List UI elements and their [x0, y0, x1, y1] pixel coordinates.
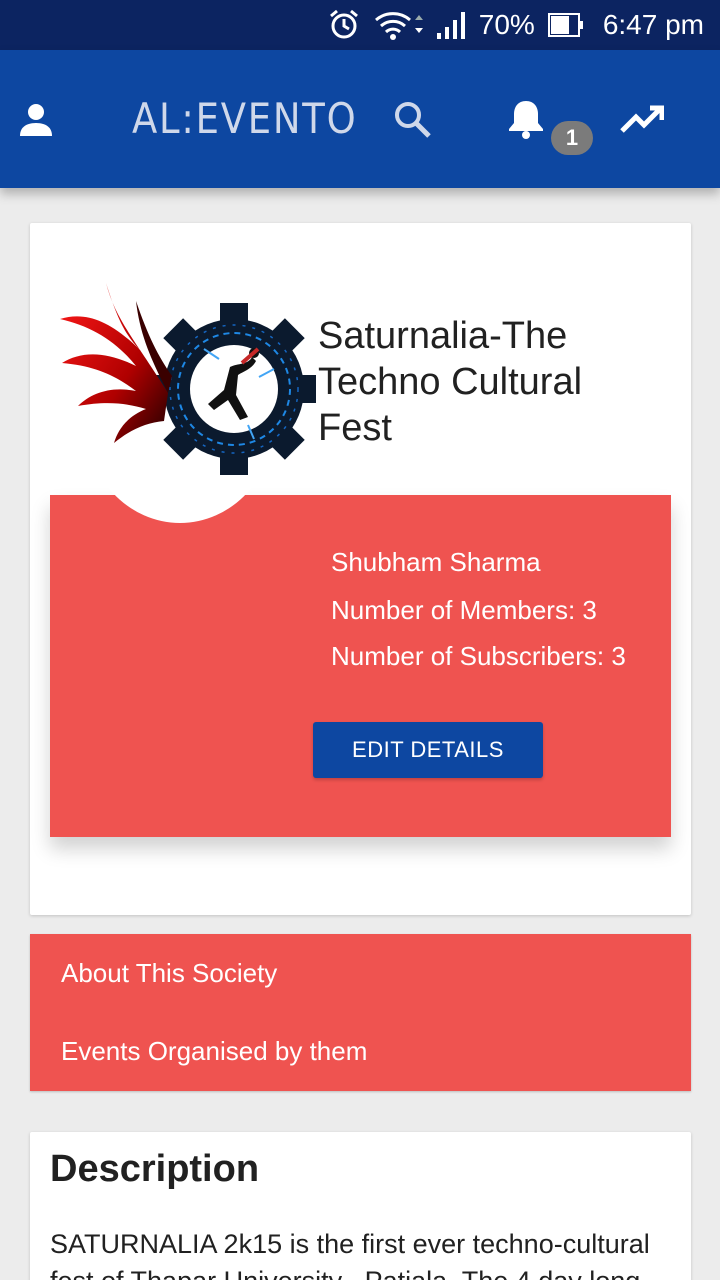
owner-name: Shubham Sharma [331, 547, 541, 577]
trending-up-icon[interactable] [620, 105, 665, 140]
search-icon[interactable] [393, 100, 433, 145]
description-card: Description SATURNALIA 2k15 is the first… [30, 1132, 691, 1280]
signal-icon [435, 9, 467, 41]
society-info-panel: Shubham Sharma Number of Members: 3 Numb… [50, 495, 671, 837]
description-body: SATURNALIA 2k15 is the first ever techno… [50, 1229, 650, 1280]
society-profile-card: Shubham Sharma Number of Members: 3 Numb… [30, 223, 691, 915]
menu-item-events[interactable]: Events Organised by them [61, 1036, 367, 1067]
battery-level: 70% [478, 9, 535, 40]
battery-icon [547, 10, 585, 40]
bell-icon[interactable] [507, 98, 545, 145]
alarm-icon [327, 8, 361, 42]
notification-badge: 1 [551, 121, 593, 155]
subscriber-count: Number of Subscribers: 3 [331, 641, 626, 671]
society-name: Saturnalia-The Techno Cultural Fest [318, 315, 583, 449]
status-bar: 70% 6:47 pm [0, 0, 720, 50]
member-count: Number of Members: 3 [331, 595, 597, 625]
app-bar: AL:EVENTO 1 [0, 50, 720, 188]
description-title: Description [50, 1148, 260, 1190]
app-brand: AL:EVENTO [132, 94, 358, 143]
person-icon[interactable] [18, 102, 54, 143]
edit-details-button[interactable]: EDIT DETAILS [313, 722, 543, 778]
clock-time: 6:47 pm [602, 9, 704, 40]
menu-item-about[interactable]: About This Society [61, 958, 277, 989]
wifi-icon [373, 8, 423, 42]
society-menu: About This Society Events Organised by t… [30, 934, 691, 1091]
society-logo [56, 281, 320, 496]
